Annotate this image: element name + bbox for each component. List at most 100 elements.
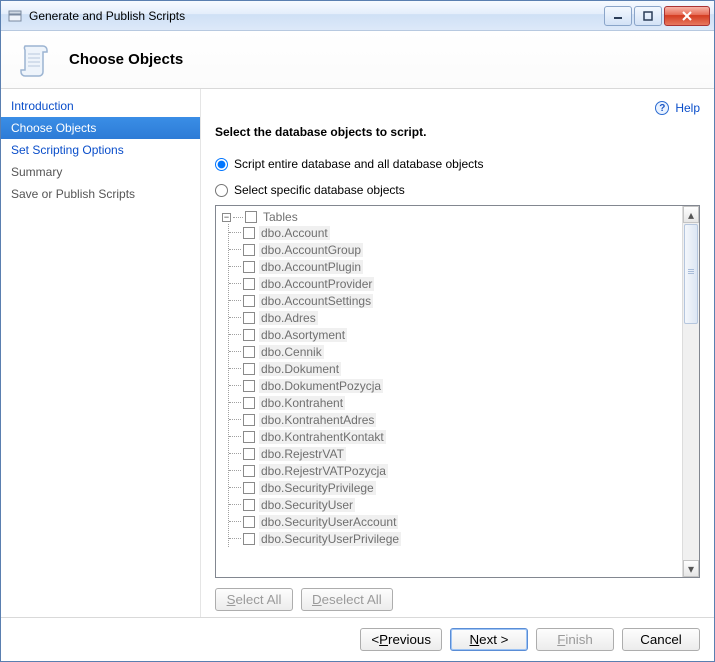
tree-item-label: dbo.SecurityUserPrivilege — [259, 532, 401, 546]
tree-item-label: dbo.RejestrVAT — [259, 447, 346, 461]
sidebar-item-introduction[interactable]: Introduction — [1, 95, 200, 117]
tree-item[interactable]: dbo.Account — [229, 224, 680, 241]
tree-item-checkbox[interactable] — [243, 363, 255, 375]
tree-item[interactable]: dbo.SecurityPrivilege — [229, 479, 680, 496]
wizard-footer: < Previous Next > Finish Cancel — [1, 617, 714, 661]
next-button[interactable]: Next > — [450, 628, 528, 651]
deselect-all-button[interactable]: Deselect All — [301, 588, 393, 611]
tree-item-checkbox[interactable] — [243, 448, 255, 460]
tree-item-checkbox[interactable] — [243, 533, 255, 545]
tree-item-label: dbo.AccountGroup — [259, 243, 363, 257]
tree-item-checkbox[interactable] — [243, 397, 255, 409]
tree-item-label: dbo.AccountProvider — [259, 277, 374, 291]
tree-item-checkbox[interactable] — [243, 261, 255, 273]
scrollbar[interactable]: ▴ ▾ — [682, 206, 699, 577]
scroll-thumb[interactable] — [684, 224, 698, 324]
tree-item[interactable]: dbo.Kontrahent — [229, 394, 680, 411]
tree-item-checkbox[interactable] — [243, 329, 255, 341]
sidebar: Introduction Choose Objects Set Scriptin… — [1, 89, 201, 617]
tree-item-checkbox[interactable] — [243, 295, 255, 307]
tree-item-checkbox[interactable] — [243, 516, 255, 528]
tree-item-checkbox[interactable] — [243, 482, 255, 494]
scroll-down-button[interactable]: ▾ — [683, 560, 699, 577]
tree-item[interactable]: dbo.Dokument — [229, 360, 680, 377]
tree-item[interactable]: dbo.Asortyment — [229, 326, 680, 343]
tree-item-checkbox[interactable] — [243, 499, 255, 511]
titlebar[interactable]: Generate and Publish Scripts — [1, 1, 714, 31]
help-label: Help — [675, 101, 700, 115]
minimize-button[interactable] — [604, 6, 632, 26]
tree-item[interactable]: dbo.Cennik — [229, 343, 680, 360]
previous-button[interactable]: < Previous — [360, 628, 442, 651]
radio-script-all[interactable]: Script entire database and all database … — [215, 157, 700, 171]
tree-item-label: dbo.Dokument — [259, 362, 341, 376]
finish-button[interactable]: Finish — [536, 628, 614, 651]
tree-item-label: dbo.RejestrVATPozycja — [259, 464, 388, 478]
tree-item-label: dbo.SecurityPrivilege — [259, 481, 376, 495]
sidebar-item-save-publish[interactable]: Save or Publish Scripts — [1, 183, 200, 205]
tree-item-label: dbo.KontrahentAdres — [259, 413, 376, 427]
tree-item[interactable]: dbo.AccountGroup — [229, 241, 680, 258]
tree-item-label: dbo.AccountPlugin — [259, 260, 363, 274]
help-icon: ? — [655, 101, 669, 115]
tree-item-label: dbo.Cennik — [259, 345, 324, 359]
tree-item[interactable]: dbo.AccountSettings — [229, 292, 680, 309]
tree-item-checkbox[interactable] — [243, 278, 255, 290]
object-tree: − Tables dbo.Account dbo.AccountGroup dbo.… — [215, 205, 700, 578]
sidebar-item-choose-objects[interactable]: Choose Objects — [1, 117, 200, 139]
tree-item[interactable]: dbo.SecurityUser — [229, 496, 680, 513]
tree-item[interactable]: dbo.RejestrVATPozycja — [229, 462, 680, 479]
tree-item[interactable]: dbo.RejestrVAT — [229, 445, 680, 462]
tree-item-checkbox[interactable] — [243, 244, 255, 256]
tree-item[interactable]: dbo.Adres — [229, 309, 680, 326]
tree-item-checkbox[interactable] — [243, 312, 255, 324]
tree-item[interactable]: dbo.AccountProvider — [229, 275, 680, 292]
tree-item[interactable]: dbo.AccountPlugin — [229, 258, 680, 275]
tree-item-label: dbo.KontrahentKontakt — [259, 430, 386, 444]
tree-root-checkbox[interactable] — [245, 211, 257, 223]
tree-item-checkbox[interactable] — [243, 346, 255, 358]
main-heading: Select the database objects to script. — [215, 125, 700, 139]
tree-item-label: dbo.Kontrahent — [259, 396, 345, 410]
page-title: Choose Objects — [69, 51, 183, 68]
sidebar-item-scripting-options[interactable]: Set Scripting Options — [1, 139, 200, 161]
window-title: Generate and Publish Scripts — [29, 9, 604, 23]
maximize-button[interactable] — [634, 6, 662, 26]
tree-item-label: dbo.DokumentPozycja — [259, 379, 383, 393]
select-all-button[interactable]: SSelect Allelect All — [215, 588, 293, 611]
tree-root-tables[interactable]: − Tables — [218, 210, 680, 224]
main-panel: ? Help Select the database objects to sc… — [201, 89, 714, 617]
radio-script-all-input[interactable] — [215, 158, 228, 171]
tree-item-checkbox[interactable] — [243, 465, 255, 477]
tree-item[interactable]: dbo.SecurityUserPrivilege — [229, 530, 680, 547]
tree-item-label: dbo.Asortyment — [259, 328, 347, 342]
selection-buttons: SSelect Allelect All Deselect All — [215, 588, 700, 611]
radio-script-specific-input[interactable] — [215, 184, 228, 197]
sidebar-item-summary[interactable]: Summary — [1, 161, 200, 183]
scroll-icon — [15, 40, 55, 80]
close-button[interactable] — [664, 6, 710, 26]
wizard-header: Choose Objects — [1, 31, 714, 89]
tree-item-checkbox[interactable] — [243, 431, 255, 443]
cancel-button[interactable]: Cancel — [622, 628, 700, 651]
tree-item-checkbox[interactable] — [243, 414, 255, 426]
radio-script-specific-label: Select specific database objects — [234, 183, 405, 197]
scroll-up-button[interactable]: ▴ — [683, 206, 699, 223]
tree-item[interactable]: dbo.SecurityUserAccount — [229, 513, 680, 530]
tree-item-label: dbo.Adres — [259, 311, 318, 325]
tree-item-label: dbo.AccountSettings — [259, 294, 373, 308]
tree-item-label: dbo.Account — [259, 226, 330, 240]
tree-item-label: dbo.SecurityUserAccount — [259, 515, 398, 529]
tree-item-label: dbo.SecurityUser — [259, 498, 355, 512]
wizard-body: Introduction Choose Objects Set Scriptin… — [1, 89, 714, 617]
tree-item-checkbox[interactable] — [243, 227, 255, 239]
tree-item-checkbox[interactable] — [243, 380, 255, 392]
radio-script-specific[interactable]: Select specific database objects — [215, 183, 700, 197]
tree-item[interactable]: dbo.KontrahentAdres — [229, 411, 680, 428]
tree-content[interactable]: − Tables dbo.Account dbo.AccountGroup dbo.… — [216, 206, 682, 577]
tree-item[interactable]: dbo.KontrahentKontakt — [229, 428, 680, 445]
tree-item[interactable]: dbo.DokumentPozycja — [229, 377, 680, 394]
help-link[interactable]: ? Help — [215, 101, 700, 115]
collapse-icon[interactable]: − — [222, 213, 231, 222]
wizard-window: Generate and Publish Scripts Choose Obje… — [0, 0, 715, 662]
